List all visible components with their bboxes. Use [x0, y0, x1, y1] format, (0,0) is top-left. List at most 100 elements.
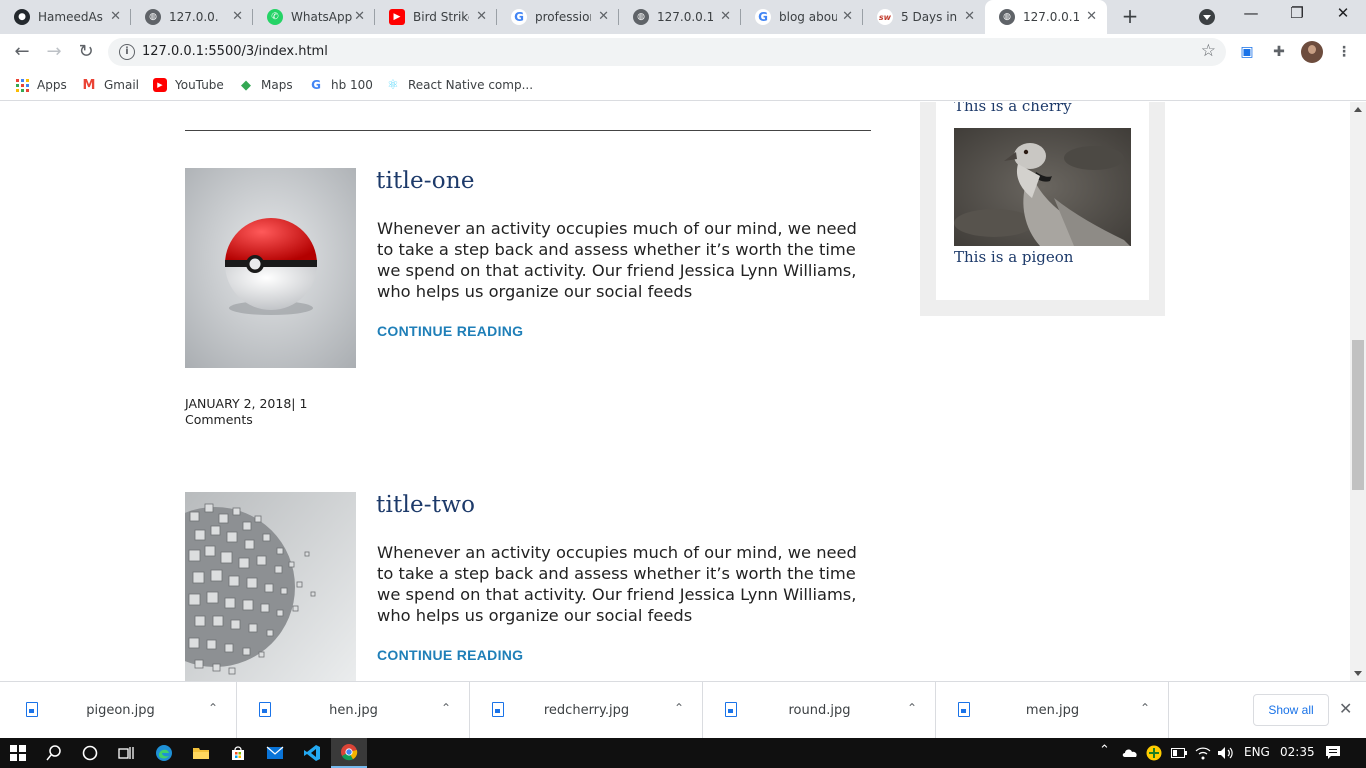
task-view-icon[interactable]	[108, 738, 144, 768]
tab-label: 5 Days in S	[901, 10, 959, 24]
close-icon[interactable]: ✕	[110, 9, 121, 25]
post-thumbnail-pokeball[interactable]	[185, 168, 356, 368]
globe-icon: ◍	[145, 9, 161, 25]
google-icon: G	[511, 9, 527, 25]
download-filename: redcherry.jpg	[543, 703, 630, 718]
clock[interactable]: 02:35	[1280, 745, 1315, 759]
close-icon[interactable]: ✕	[476, 9, 487, 25]
url-text[interactable]: 127.0.0.1:5500/3/index.html	[142, 44, 328, 59]
bookmark-react-native[interactable]: ⚛ React Native comp...	[386, 76, 533, 94]
cortana-icon[interactable]	[72, 738, 108, 768]
onedrive-icon[interactable]	[1122, 747, 1138, 761]
scrollbar-thumb[interactable]	[1352, 340, 1364, 490]
reload-icon[interactable]: ↻	[74, 40, 98, 64]
volume-icon[interactable]	[1217, 746, 1235, 763]
close-icon[interactable]: ✕	[1339, 699, 1352, 718]
avatar[interactable]	[1301, 41, 1323, 63]
tab-search-icon[interactable]	[1199, 9, 1215, 25]
extensions-icon[interactable]: ✚	[1269, 42, 1289, 62]
bookmark-maps[interactable]: ◆ Maps	[239, 76, 293, 94]
notifications-icon[interactable]	[1325, 744, 1341, 763]
tab-5[interactable]: G profession ✕	[497, 0, 619, 34]
store-icon[interactable]	[220, 738, 256, 768]
continue-reading-link[interactable]: CONTINUE READING	[377, 647, 523, 663]
back-arrow-icon[interactable]: ←	[10, 40, 34, 64]
menu-dots-icon[interactable]: ⋮	[1334, 42, 1354, 62]
close-icon[interactable]: ✕	[842, 9, 853, 25]
close-window-button[interactable]: ✕	[1331, 4, 1355, 22]
chevron-up-icon[interactable]: ⌃	[208, 701, 218, 715]
tab-8[interactable]: sw 5 Days in S ✕	[863, 0, 985, 34]
tab-6[interactable]: ◍ 127.0.0.1:5 ✕	[619, 0, 741, 34]
edge-icon[interactable]	[146, 738, 182, 768]
page-scrollbar[interactable]	[1350, 102, 1366, 681]
download-item[interactable]: round.jpg ⌃	[703, 682, 936, 739]
bookmark-label: Maps	[261, 78, 293, 92]
continue-reading-link[interactable]: CONTINUE READING	[377, 323, 523, 339]
new-tab-button[interactable]: +	[1119, 5, 1141, 27]
close-icon[interactable]: ✕	[1086, 9, 1097, 25]
tab-label: WhatsApp	[291, 10, 353, 24]
download-item[interactable]: hen.jpg ⌃	[237, 682, 470, 739]
close-icon[interactable]: ✕	[232, 9, 243, 25]
minimize-button[interactable]: —	[1239, 4, 1263, 22]
chevron-up-icon[interactable]: ⌃	[674, 701, 684, 715]
tab-active[interactable]: ◍ 127.0.0.1:5 ✕	[985, 0, 1107, 34]
youtube-icon: ▶	[389, 9, 405, 25]
tab-7[interactable]: G blog about ✕	[741, 0, 863, 34]
close-icon[interactable]: ✕	[720, 9, 731, 25]
post-title[interactable]: title-two	[376, 492, 475, 518]
download-filename: hen.jpg	[329, 703, 378, 718]
restore-button[interactable]: ❐	[1285, 4, 1309, 22]
bookmark-gmail[interactable]: M Gmail	[82, 76, 139, 94]
chevron-up-icon[interactable]: ⌃	[441, 701, 451, 715]
wifi-icon[interactable]	[1195, 746, 1211, 763]
chevron-up-icon[interactable]: ⌃	[907, 701, 917, 715]
tab-3[interactable]: ✆ WhatsApp ✕	[253, 0, 375, 34]
chevron-up-icon[interactable]: ⌃	[1099, 743, 1110, 758]
vscode-icon[interactable]	[294, 738, 330, 768]
chevron-up-icon[interactable]: ⌃	[1140, 701, 1150, 715]
chrome-taskbar-icon[interactable]	[331, 738, 367, 768]
show-all-button[interactable]: Show all	[1253, 694, 1329, 726]
tab-4[interactable]: ▶ Bird Strike ✕	[375, 0, 497, 34]
download-shelf: pigeon.jpg ⌃ hen.jpg ⌃ redcherry.jpg ⌃ r…	[0, 681, 1366, 739]
tab-label: 127.0.0.1:5	[169, 10, 219, 24]
status-icon[interactable]	[1146, 745, 1162, 764]
bookmark-label: React Native comp...	[408, 78, 534, 92]
post-excerpt: Whenever an activity occupies much of ou…	[377, 219, 857, 301]
bookmark-apps[interactable]: Apps	[15, 76, 67, 94]
post-thumbnail-cubes[interactable]	[185, 492, 356, 681]
search-icon[interactable]	[36, 738, 72, 768]
tab-label: blog about	[779, 10, 837, 24]
windows-start-icon[interactable]	[0, 738, 36, 768]
close-icon[interactable]: ✕	[598, 9, 609, 25]
language-indicator[interactable]: ENG	[1244, 745, 1270, 759]
download-filename: round.jpg	[788, 703, 851, 718]
file-explorer-icon[interactable]	[183, 738, 219, 768]
bookmark-star-icon[interactable]: ☆	[1201, 41, 1216, 61]
tab-2[interactable]: ◍ 127.0.0.1:5 ✕	[131, 0, 253, 34]
info-icon[interactable]: i	[119, 44, 135, 60]
post-meta: JANUARY 2, 2018| 1 Comments	[185, 396, 308, 427]
bookmark-hb100[interactable]: G hb 100	[309, 76, 373, 94]
cast-icon[interactable]: ▣	[1237, 42, 1257, 62]
bookmark-label: hb 100	[331, 78, 373, 92]
download-filename: men.jpg	[1025, 703, 1080, 718]
close-icon[interactable]: ✕	[964, 9, 975, 25]
tab-1[interactable]: ● HameedAs ✕	[0, 0, 131, 34]
windows-taskbar: ⌃ ENG 02:35	[0, 738, 1366, 768]
download-item[interactable]: men.jpg ⌃	[936, 682, 1169, 739]
scroll-up-icon[interactable]	[1354, 107, 1362, 112]
download-item[interactable]: redcherry.jpg ⌃	[470, 682, 703, 739]
address-bar[interactable]: i 127.0.0.1:5500/3/index.html ☆	[108, 38, 1226, 66]
post-title[interactable]: title-one	[376, 168, 475, 194]
battery-icon[interactable]	[1171, 747, 1187, 761]
close-icon[interactable]: ✕	[354, 9, 365, 25]
bookmark-label: YouTube	[175, 78, 224, 92]
forward-arrow-icon[interactable]: →	[42, 40, 66, 64]
mail-icon[interactable]	[257, 738, 293, 768]
scroll-down-icon[interactable]	[1354, 671, 1362, 676]
download-item[interactable]: pigeon.jpg ⌃	[4, 682, 237, 739]
bookmark-youtube[interactable]: ▶ YouTube	[153, 76, 224, 94]
